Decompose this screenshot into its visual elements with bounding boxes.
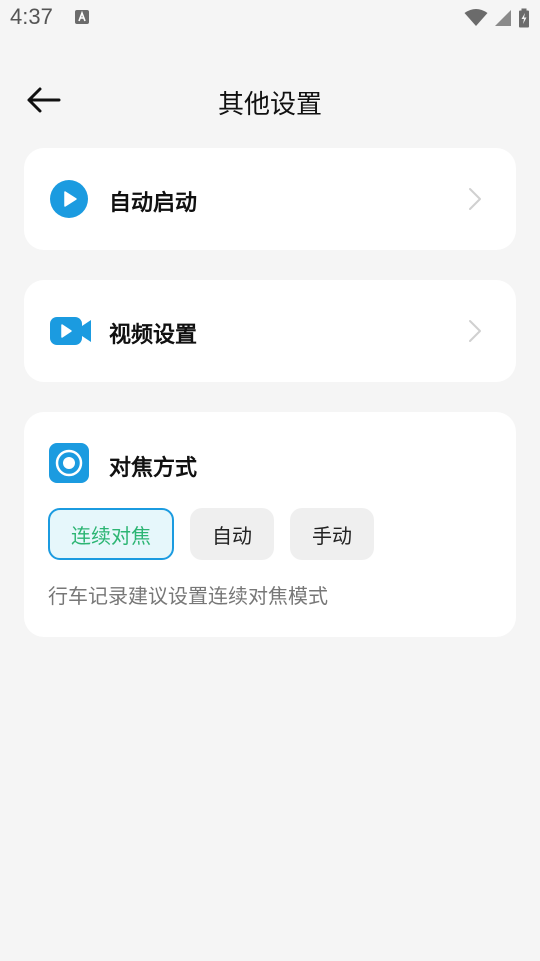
battery-charging-icon xyxy=(519,8,529,28)
focus-option-continuous[interactable]: 连续对焦 xyxy=(48,508,174,560)
status-bar: 4:37 xyxy=(0,0,540,40)
focus-option-auto[interactable]: 自动 xyxy=(190,508,274,560)
focus-option-manual[interactable]: 手动 xyxy=(290,508,374,560)
focus-target-icon xyxy=(49,443,89,483)
video-settings-row[interactable]: 视频设置 xyxy=(24,280,516,382)
focus-mode-hint: 行车记录建议设置连续对焦模式 xyxy=(48,584,328,608)
chevron-right-icon xyxy=(469,320,481,342)
focus-mode-options: 连续对焦 自动 手动 xyxy=(48,508,374,560)
video-settings-card: 视频设置 xyxy=(24,280,516,382)
a-notification-icon xyxy=(75,10,89,24)
play-circle-icon xyxy=(50,180,88,218)
status-time: 4:37 xyxy=(10,4,53,29)
signal-icon xyxy=(495,10,511,26)
chevron-right-icon xyxy=(469,188,481,210)
video-settings-label: 视频设置 xyxy=(109,323,198,348)
focus-mode-card: 对焦方式 连续对焦 自动 手动 行车记录建议设置连续对焦模式 xyxy=(24,412,516,637)
wifi-icon xyxy=(464,9,488,26)
page-title: 其他设置 xyxy=(217,90,322,120)
status-icons xyxy=(464,8,530,28)
video-camera-icon xyxy=(50,317,91,345)
auto-start-card: 自动启动 xyxy=(24,148,516,250)
auto-start-label: 自动启动 xyxy=(109,191,198,216)
header: 其他设置 xyxy=(0,70,540,130)
focus-mode-title: 对焦方式 xyxy=(109,456,198,481)
auto-start-row[interactable]: 自动启动 xyxy=(24,148,516,250)
